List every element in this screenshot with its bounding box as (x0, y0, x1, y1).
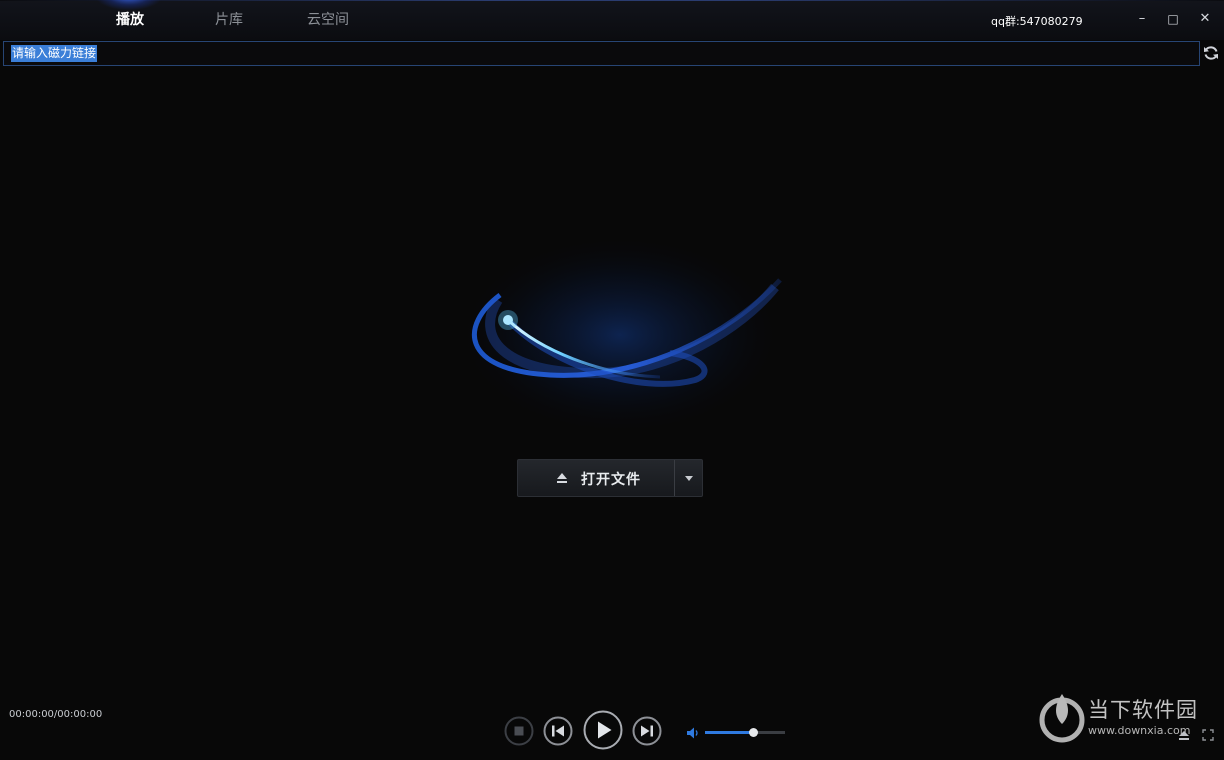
title-bar: 播放 片库 云空间 qq群:547080279 – □ ✕ (0, 0, 1224, 40)
stop-icon (504, 716, 534, 746)
volume-slider-fill (705, 731, 753, 734)
magnet-link-input[interactable]: 请输入磁力链接 (11, 45, 98, 62)
skip-previous-icon (543, 716, 573, 746)
eject-icon (1179, 731, 1189, 740)
eject-icon (557, 473, 567, 483)
tab-library[interactable]: 片库 (207, 9, 251, 31)
watermark: 当下软件园 www.downxia.com (1036, 690, 1222, 746)
open-file-split-button: 打开文件 (517, 459, 703, 497)
fullscreen-button[interactable] (1201, 727, 1215, 741)
mute-button[interactable] (686, 725, 700, 744)
watermark-url: www.downxia.com (1088, 724, 1191, 737)
time-display: 00:00:00/00:00:00 (9, 709, 103, 720)
stop-button[interactable] (504, 716, 534, 750)
maximize-button[interactable]: □ (1164, 10, 1182, 28)
next-button[interactable] (632, 716, 662, 750)
skip-next-icon (632, 716, 662, 746)
watermark-brand: 当下软件园 (1088, 698, 1198, 722)
watermark-logo-icon (1039, 694, 1085, 743)
chevron-down-icon (685, 476, 693, 481)
previous-button[interactable] (543, 716, 573, 750)
tab-play[interactable]: 播放 (108, 9, 152, 31)
play-button[interactable] (583, 710, 623, 754)
fullscreen-icon (1202, 729, 1214, 741)
open-file-button[interactable]: 打开文件 (518, 460, 674, 496)
refresh-icon (1204, 46, 1218, 60)
close-button[interactable]: ✕ (1196, 10, 1214, 28)
player-logo (440, 225, 790, 445)
open-file-dropdown-button[interactable] (675, 460, 702, 496)
magnet-link-field[interactable]: 请输入磁力链接 (3, 41, 1200, 66)
open-file-label: 打开文件 (581, 472, 641, 488)
volume-slider[interactable] (705, 728, 785, 737)
play-icon (583, 710, 623, 750)
volume-icon (687, 727, 698, 739)
tab-cloud-space[interactable]: 云空间 (300, 9, 356, 31)
refresh-button[interactable] (1201, 43, 1221, 63)
volume-slider-handle[interactable] (749, 728, 758, 737)
playlist-toggle-button[interactable] (1177, 727, 1191, 741)
minimize-button[interactable]: – (1133, 10, 1151, 28)
qq-group-label: qq群:547080279 (991, 15, 1083, 28)
